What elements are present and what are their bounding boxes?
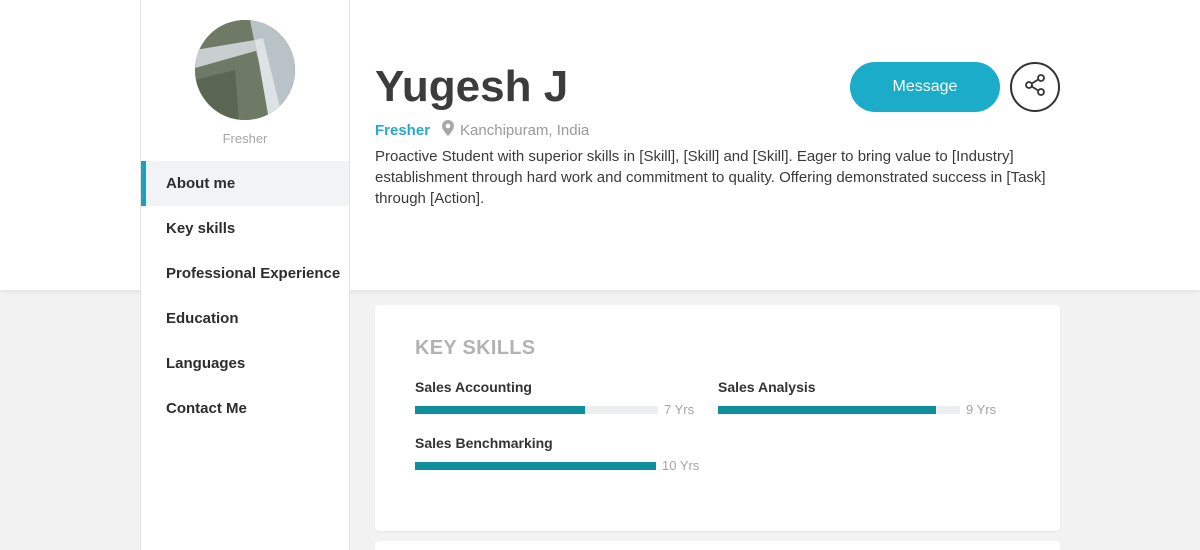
skill-years: 7 Yrs (664, 402, 695, 417)
skill-bar-fill (718, 405, 936, 414)
profile-meta: Fresher Kanchipuram, India (375, 120, 589, 140)
location-text: Kanchipuram, India (460, 121, 590, 139)
skill-bar (415, 405, 658, 414)
skill-name: Sales Analysis (718, 379, 816, 395)
next-card (375, 541, 1060, 550)
sidebar-item-contact-me[interactable]: Contact Me (141, 386, 349, 431)
share-button[interactable] (1010, 62, 1060, 112)
card-title: KEY SKILLS (415, 337, 536, 359)
share-icon (1023, 73, 1047, 102)
sidebar-item-education[interactable]: Education (141, 296, 349, 341)
skill-years: 10 Yrs (662, 458, 700, 473)
skill-item: Sales Accounting 7 Yrs (415, 379, 705, 417)
skill-bar-fill (415, 405, 586, 414)
role-label: Fresher (222, 131, 268, 146)
key-skills-card: KEY SKILLS Sales Accounting 7 Yrs Sales … (375, 305, 1060, 531)
status-badge: Fresher (375, 121, 431, 139)
skill-name: Sales Benchmarking (415, 435, 553, 451)
skill-bar-fill (415, 461, 656, 470)
sidebar-item-about-me[interactable]: About me (141, 161, 349, 206)
sidebar-item-professional-experience[interactable]: Professional Experience (141, 251, 349, 296)
avatar (195, 20, 295, 120)
skill-bar (415, 461, 656, 470)
skill-years: 9 Yrs (966, 402, 997, 417)
location-pin-icon (442, 120, 455, 140)
sidebar-item-key-skills[interactable]: Key skills (141, 206, 349, 251)
sidebar: Fresher About me Key skills Professional… (140, 0, 350, 550)
profile-name: Yugesh J (375, 62, 569, 111)
skill-item: Sales Analysis 9 Yrs (718, 379, 1008, 417)
sidebar-nav: About me Key skills Professional Experie… (141, 161, 349, 431)
profile-bio: Proactive Student with superior skills i… (375, 148, 1046, 207)
message-button[interactable]: Message (850, 62, 1000, 112)
skill-item: Sales Benchmarking 10 Yrs (415, 435, 705, 473)
skill-bar (718, 405, 960, 414)
skill-name: Sales Accounting (415, 379, 532, 395)
sidebar-item-languages[interactable]: Languages (141, 341, 349, 386)
